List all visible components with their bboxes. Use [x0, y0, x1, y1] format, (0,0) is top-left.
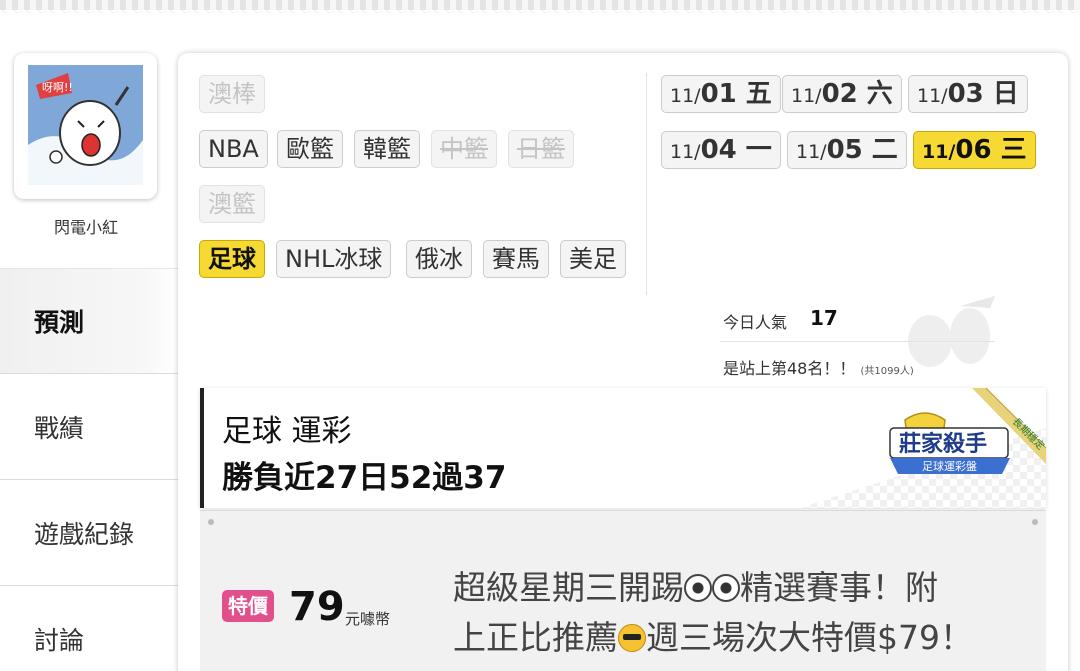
date-day: 02 六 — [821, 79, 893, 109]
desc-line2-b: 週三場次大特價$79！ — [646, 618, 973, 657]
sport-tag-nba[interactable]: NBA — [199, 130, 268, 168]
popularity-divider — [720, 341, 995, 342]
username[interactable]: 閃電小紅 — [0, 214, 172, 238]
menu-item-game-log[interactable]: 遊戲紀錄 — [0, 480, 178, 586]
badge-background: 長期穩定 莊家殺手 足球運彩盤 — [800, 388, 1046, 508]
date-tag-1101[interactable]: 11/01 五 — [661, 75, 781, 113]
date-day: 03 日 — [947, 79, 1019, 109]
badge-title: 莊家殺手 — [899, 431, 987, 457]
sale-badge: 特價 — [222, 590, 274, 622]
date-month: 11/ — [796, 141, 827, 163]
badge-subtitle: 足球運彩盤 — [922, 459, 977, 473]
menu-item-record[interactable]: 戰績 — [0, 374, 178, 480]
desc-line2-a: 上正比推薦 — [453, 618, 618, 657]
sport-tag-american-football[interactable]: 美足 — [560, 240, 626, 278]
sport-tag-euro-basketball[interactable]: 歐籃 — [277, 130, 343, 168]
date-month: 11/ — [670, 85, 701, 107]
sport-tag-soccer[interactable]: 足球 — [199, 240, 265, 278]
watermark-logo — [908, 296, 995, 367]
date-day: 01 五 — [700, 79, 772, 109]
menu-item-predict[interactable]: 預測 — [0, 268, 178, 374]
rank-total: (共1099人) — [860, 366, 914, 377]
card-dot-left — [208, 519, 214, 525]
date-day: 05 二 — [826, 135, 898, 165]
sport-tag-aus-basketball: 澳籃 — [199, 185, 265, 223]
sport-tag-korea-basketball[interactable]: 韓籃 — [354, 130, 420, 168]
date-tag-1103[interactable]: 11/03 日 — [908, 75, 1028, 113]
date-month: 11/ — [917, 85, 948, 107]
date-tag-1102[interactable]: 11/02 六 — [782, 75, 902, 113]
date-tag-1105[interactable]: 11/05 二 — [787, 131, 907, 169]
date-day: 04 一 — [700, 135, 772, 165]
price-currency: 元噱幣 — [345, 610, 391, 628]
side-menu: 預測 戰績 遊戲紀錄 討論 — [0, 268, 178, 671]
date-tag-1104[interactable]: 11/04 一 — [661, 131, 781, 169]
sport-tag-nhl[interactable]: NHL冰球 — [276, 240, 392, 278]
avatar-shout-text: 呀啊!! — [42, 81, 73, 94]
sport-tag-japan-basketball: 日籃 — [508, 130, 574, 168]
prediction-title: 足球 運彩 — [222, 414, 352, 449]
sport-tag-horse-racing[interactable]: 賽馬 — [483, 240, 549, 278]
rank-label: 是站上第48名！！ — [723, 359, 856, 378]
sport-tag-aus-baseball: 澳棒 — [199, 75, 265, 113]
price-value: 79 — [289, 584, 345, 630]
offer-description[interactable]: 超級星期三開踢 精選賽事！附 上正比推薦 週三場次大特價$79！ — [453, 563, 1023, 663]
desc-line1-a: 超級星期三開踢 — [453, 568, 684, 607]
date-tag-1106[interactable]: 11/06 三 — [913, 131, 1036, 169]
top-scalloped-border — [0, 0, 1080, 14]
avatar-card[interactable]: 呀啊!! — [14, 53, 157, 199]
filter-divider — [646, 73, 647, 295]
menu-item-discussion[interactable]: 討論 — [0, 586, 178, 671]
date-month: 11/ — [922, 141, 956, 163]
avatar: 呀啊!! — [28, 65, 143, 185]
popularity-value: 17 — [810, 306, 838, 330]
soccer-ball-icon — [712, 574, 740, 602]
sunglasses-face-icon — [618, 624, 646, 652]
sport-tag-russia-hockey[interactable]: 俄冰 — [406, 240, 472, 278]
date-month: 11/ — [791, 85, 822, 107]
prediction-record: 勝負近27日52過37 — [222, 460, 507, 496]
date-day: 06 三 — [955, 135, 1027, 165]
sport-tag-china-basketball: 中籃 — [431, 130, 497, 168]
card-dot-right — [1032, 519, 1038, 525]
desc-line1-b: 精選賽事！附 — [740, 568, 938, 607]
date-month: 11/ — [670, 141, 701, 163]
soccer-ball-icon — [684, 574, 712, 602]
rank-text: 是站上第48名！！ (共1099人) — [723, 355, 914, 379]
popularity-label: 今日人氣 — [723, 313, 788, 332]
